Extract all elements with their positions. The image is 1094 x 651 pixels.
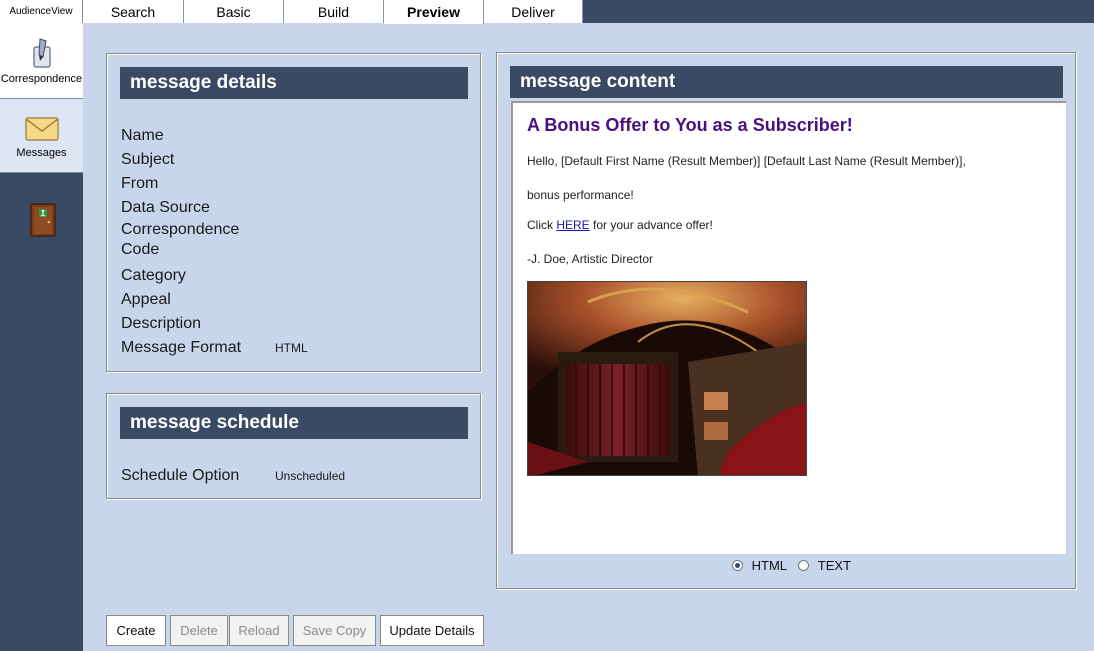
format-toggle: HTML TEXT (732, 557, 851, 575)
theatre-image (527, 281, 807, 476)
create-button[interactable]: Create (106, 615, 166, 646)
field-label-message-format: Message Format (121, 339, 242, 356)
brand-logo: AudienceView (0, 0, 83, 23)
field-label-from: From (121, 175, 159, 192)
radio-text[interactable] (798, 560, 810, 571)
tab-bar: Search Basic Build Preview Deliver (83, 0, 1094, 24)
message-schedule-title: message schedule (120, 407, 468, 439)
message-preview: A Bonus Offer to You as a Subscriber! He… (511, 101, 1066, 554)
preview-greeting: Hello, [Default First Name (Result Membe… (527, 154, 966, 168)
radio-text-label: TEXT (817, 558, 852, 573)
tab-basic[interactable]: Basic (184, 0, 284, 23)
radio-html-label: HTML (751, 558, 787, 573)
field-value-message-format: HTML (275, 341, 308, 355)
field-label-name: Name (121, 127, 164, 144)
field-label-schedule-option: Schedule Option (121, 467, 240, 484)
message-details-title: message details (120, 67, 468, 99)
tab-preview[interactable]: Preview (384, 0, 484, 24)
tab-build[interactable]: Build (284, 0, 384, 23)
field-label-data-source: Data Source (121, 199, 210, 216)
preview-signature: -J. Doe, Artistic Director (527, 252, 654, 266)
radio-html[interactable] (732, 560, 743, 571)
field-label-correspondence-code: Correspondence Code (121, 221, 240, 258)
update-details-button[interactable]: Update Details (380, 615, 484, 646)
preview-body: bonus performance! (527, 188, 634, 202)
field-value-schedule-option: Unscheduled (275, 469, 346, 483)
exit-door-icon[interactable] (30, 203, 56, 242)
message-content-title: message content (510, 66, 1063, 98)
tab-search[interactable]: Search (83, 0, 184, 23)
click-suffix: for your advance offer! (589, 218, 713, 232)
sidebar: AudienceView Correspondence Messages (0, 0, 83, 651)
field-label-category: Category (121, 267, 186, 284)
quill-icon (31, 37, 53, 72)
sidebar-item-messages[interactable]: Messages (0, 99, 83, 173)
here-link[interactable]: HERE (556, 218, 589, 232)
preview-heading: A Bonus Offer to You as a Subscriber! (527, 115, 853, 135)
field-label-subject: Subject (121, 151, 175, 168)
save-copy-button[interactable]: Save Copy (293, 615, 376, 646)
delete-button[interactable]: Delete (170, 615, 228, 646)
field-label-description: Description (121, 315, 202, 332)
click-prefix: Click (527, 218, 557, 232)
reload-button[interactable]: Reload (229, 615, 289, 646)
preview-click-line: Click HERE for your advance offer! (527, 218, 713, 232)
sidebar-item-correspondence[interactable]: Correspondence (0, 23, 83, 99)
sidebar-item-label: Correspondence (0, 73, 83, 85)
field-label-appeal: Appeal (121, 291, 171, 308)
tab-deliver[interactable]: Deliver (484, 0, 583, 23)
sidebar-item-label: Messages (16, 147, 67, 159)
envelope-icon (25, 117, 59, 144)
